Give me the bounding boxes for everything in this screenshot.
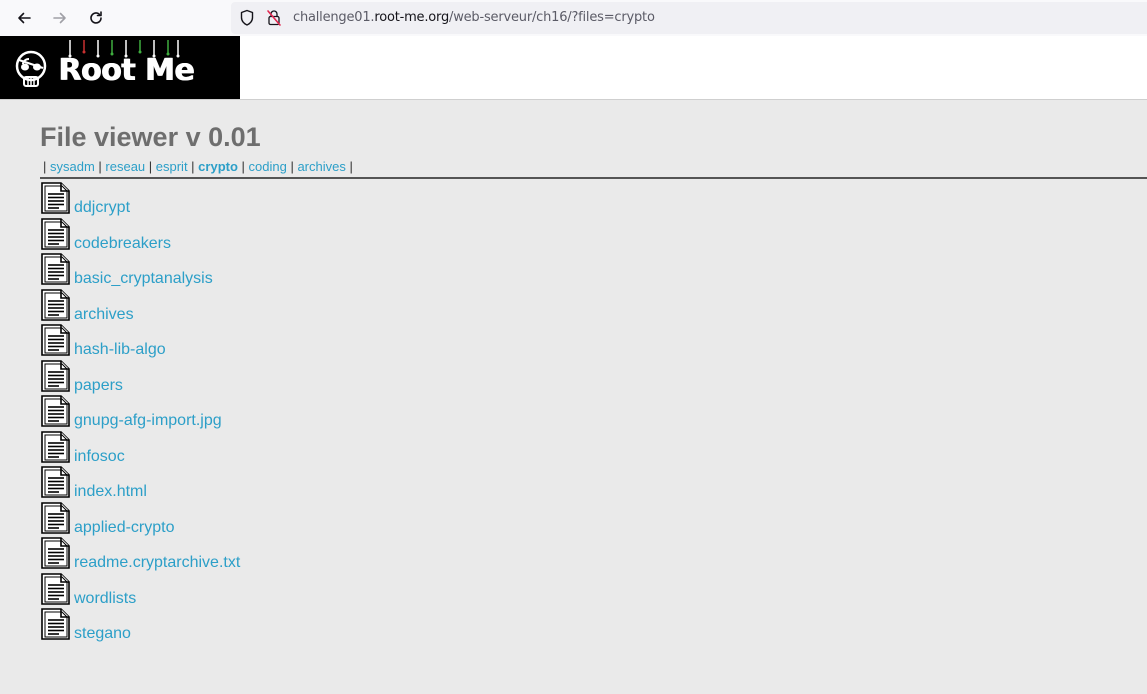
nav-separator: | bbox=[237, 159, 249, 174]
file-document-icon[interactable] bbox=[41, 359, 71, 397]
url-path: /web-serveur/ch16/?files=crypto bbox=[449, 10, 655, 25]
list-item: papers bbox=[40, 359, 1147, 395]
file-link[interactable]: infosoc bbox=[74, 448, 125, 466]
list-item: codebreakers bbox=[40, 217, 1147, 253]
category-link-sysadm[interactable]: sysadm bbox=[50, 159, 95, 174]
url-text[interactable]: challenge01.root-me.org/web-serveur/ch16… bbox=[293, 10, 655, 25]
list-item: basic_cryptanalysis bbox=[40, 252, 1147, 288]
url-host: root-me.org bbox=[374, 10, 450, 25]
site-banner: Root Me bbox=[0, 36, 1147, 100]
file-link[interactable]: applied-crypto bbox=[74, 519, 175, 537]
file-document-icon[interactable] bbox=[41, 572, 71, 610]
file-document-icon[interactable] bbox=[41, 395, 71, 432]
file-list: ddjcrypt codebreakers basic_cryptanalysi… bbox=[40, 181, 1147, 643]
list-item: index.html bbox=[40, 465, 1147, 501]
nav-separator: | bbox=[286, 159, 298, 174]
file-link[interactable]: readme.cryptarchive.txt bbox=[74, 554, 240, 572]
browser-toolbar: challenge01.root-me.org/web-serveur/ch16… bbox=[0, 0, 1147, 36]
nav-separator: | bbox=[145, 159, 156, 174]
list-item: ddjcrypt bbox=[40, 181, 1147, 217]
file-link[interactable]: papers bbox=[74, 377, 123, 395]
insecure-lock-icon[interactable] bbox=[266, 9, 282, 27]
logo-text: Root Me bbox=[58, 53, 194, 88]
file-document-icon[interactable] bbox=[41, 430, 71, 468]
file-document-icon[interactable] bbox=[41, 217, 71, 255]
nav-separator: | bbox=[345, 159, 353, 174]
file-link[interactable]: codebreakers bbox=[74, 235, 171, 253]
category-link-archives[interactable]: archives bbox=[297, 159, 345, 174]
file-document-icon[interactable] bbox=[41, 253, 71, 290]
forward-button[interactable] bbox=[48, 6, 72, 30]
nav-separator: | bbox=[187, 159, 199, 174]
file-document-icon[interactable] bbox=[41, 288, 71, 326]
list-item: archives bbox=[40, 288, 1147, 324]
file-link[interactable]: archives bbox=[74, 306, 134, 324]
file-document-icon[interactable] bbox=[41, 608, 71, 645]
file-link[interactable]: gnupg-afg-import.jpg bbox=[74, 412, 222, 430]
list-item: hash-lib-algo bbox=[40, 323, 1147, 359]
category-link-esprit[interactable]: esprit bbox=[156, 159, 188, 174]
file-link[interactable]: stegano bbox=[74, 625, 131, 643]
arrow-left-icon bbox=[18, 12, 31, 24]
file-link[interactable]: basic_cryptanalysis bbox=[74, 270, 213, 288]
file-document-icon[interactable] bbox=[41, 537, 71, 574]
arrow-right-icon bbox=[53, 12, 66, 24]
file-link[interactable]: wordlists bbox=[74, 590, 136, 608]
category-link-reseau[interactable]: reseau bbox=[105, 159, 145, 174]
list-item: gnupg-afg-import.jpg bbox=[40, 394, 1147, 430]
main-content: File viewer v 0.01 | sysadm | reseau | e… bbox=[40, 120, 1147, 643]
divider bbox=[40, 177, 1147, 179]
file-document-icon[interactable] bbox=[41, 466, 71, 503]
back-button[interactable] bbox=[12, 6, 36, 30]
list-item: infosoc bbox=[40, 430, 1147, 466]
file-link[interactable]: hash-lib-algo bbox=[74, 341, 166, 359]
list-item: wordlists bbox=[40, 572, 1147, 608]
list-item: readme.cryptarchive.txt bbox=[40, 536, 1147, 572]
url-prefix: challenge01. bbox=[293, 10, 375, 25]
category-link-coding[interactable]: coding bbox=[249, 159, 287, 174]
list-item: stegano bbox=[40, 607, 1147, 643]
shield-icon[interactable] bbox=[239, 9, 255, 27]
address-bar[interactable]: challenge01.root-me.org/web-serveur/ch16… bbox=[231, 2, 1147, 34]
file-link[interactable]: index.html bbox=[74, 483, 147, 501]
file-document-icon[interactable] bbox=[41, 501, 71, 539]
file-link[interactable]: ddjcrypt bbox=[74, 199, 130, 217]
file-document-icon[interactable] bbox=[41, 324, 71, 361]
category-link-crypto[interactable]: crypto bbox=[198, 159, 238, 174]
reload-icon bbox=[90, 11, 102, 24]
nav-separator: | bbox=[94, 159, 106, 174]
list-item: applied-crypto bbox=[40, 501, 1147, 537]
skull-pirate-icon bbox=[15, 50, 47, 87]
nav-separator: | bbox=[43, 159, 50, 174]
root-me-logo[interactable]: Root Me bbox=[0, 36, 240, 99]
file-document-icon[interactable] bbox=[41, 182, 71, 219]
reload-button[interactable] bbox=[84, 6, 108, 30]
category-nav: | sysadm | reseau | esprit | crypto | co… bbox=[40, 158, 1147, 175]
page-title: File viewer v 0.01 bbox=[40, 122, 261, 152]
